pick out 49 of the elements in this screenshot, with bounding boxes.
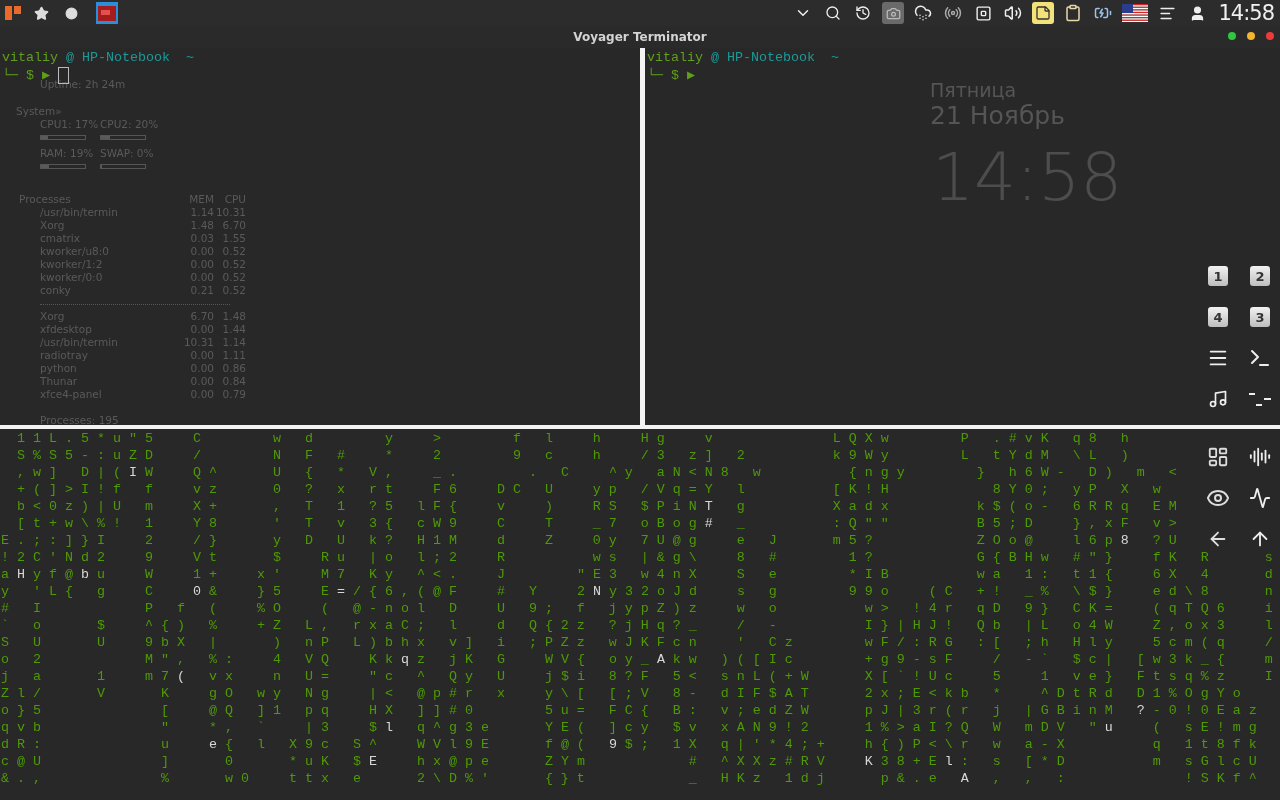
music-note-icon[interactable]: [1208, 389, 1228, 409]
meter-bar: [101, 165, 145, 168]
dashboard-icon[interactable]: [1207, 446, 1229, 468]
prompt-host: @ HP-Notebook ~: [711, 49, 839, 66]
matrix-line: [ t + w \ % ! 1 Y 8 ' T v 3 { c W 9 C T _ 7 o B o g # _ : Q " " B 5 ; D } , x F v >: [16, 515, 1177, 532]
matrix-line: ` o $ ^ { ) % + Z L , r x a C ; l d Q { 2 z ? j H q ? _ / - I } | H J ! Q b | L o 4 W Z , o x 3 l: [1, 617, 1273, 634]
maximize-button[interactable]: [1228, 32, 1236, 40]
equalizer-icon[interactable]: [1249, 446, 1271, 468]
matrix-line: 1 1 L . 5 * u " 5 C w d y > f l h H g v L Q X w P . # v K q 8 h: [16, 430, 1129, 447]
matrix-line: S % S 5 - : u Z D / N F # * 2 9 c h / 3 z ] 2 k 9 W y L t Y d M \ L ): [16, 447, 1129, 464]
minimize-button[interactable]: [1247, 32, 1255, 40]
matrix-line: ! 2 C ' N d 2 9 V t $ R u | o l ; 2 R w s | & g \ 8 # 1 ? G { B H w # " } f K R s: [1, 549, 1273, 566]
matrix-line: , w ] D | ( I W Q ^ U { * V , _ . . C ^ y a N < N 8 w { n g y } h 6 W - D ) m <: [16, 464, 1177, 481]
matrix-line: S U U 9 b X | ) n P L ) b h x v ] i ; P Z z w J K F c n ' C z w F / : R G : [ ; h H l y 5 c m ( q /: [1, 634, 1273, 651]
prompt-symbol: └─ $ ▶: [647, 67, 695, 84]
sticky-note-icon[interactable]: [1032, 2, 1055, 24]
matrix-line: o 2 M " , % : 4 V Q K k q z j K G W V { o y _ A k w ) ( [ I c + g 9 - s F / - ` $ c | [ w 3 k _ { m: [1, 651, 1273, 668]
prompt-symbol: └─ $ ▶: [2, 67, 50, 83]
meter-bar: [41, 136, 85, 139]
panel-clock: 14:58: [1217, 1, 1275, 25]
matrix-line: b < 0 z ) | U m X + , T 1 ? 5 l F { v ) R S $ P i N T g X a d x k $ ( o - 6 R R q E M: [16, 498, 1177, 515]
close-button[interactable]: [1266, 32, 1274, 40]
matrix-line: + ( ] > I ! f f v z 0 ? x r t F 6 D C U y p / V q = Y l [ K ! H 8 Y 0 ; y P X w: [16, 481, 1161, 498]
matrix-line: q v b " * , ` | 3 $ l q ^ g 3 e Y E ( ] c y $ v x A N 9 ! 2 1 % > a I ? Q W m D V " u ( s E ! m g: [1, 719, 1257, 736]
matrix-line: c @ U ] 0 * u K $ E h x @ p e Z Y m # ^ X X z # R V K 3 8 + E l : s [ * D m s G l c U: [1, 753, 1257, 770]
camera-button[interactable]: [882, 2, 905, 24]
matrix-line: Z l / V K g O w y N g | < @ p # r x y \ [ [ ; V 8 - d I F $ A T 2 x ; E < k b * ^ D t R d D 1 % O g Y o: [1, 685, 1241, 702]
meter-bar: [101, 136, 145, 139]
matrix-line: # I P f ( % O ( @ - n o l D U 9 ; f j y p Z ) z w o w > ! 4 r q D 9 } C K = ( q T Q 6 i: [1, 600, 1273, 617]
window-title: Voyager Terminator: [573, 30, 707, 44]
matrix-line: & . , % w 0 t t x e 2 \ D % ' { } t _ H K z 1 d j p & . e A , , : ! S K f ^: [1, 770, 1257, 787]
workspace-button[interactable]: 3: [1250, 307, 1270, 327]
app-menu-icon[interactable]: [4, 4, 22, 22]
dashes-icon[interactable]: [1248, 391, 1272, 407]
prompt-user: vitaliy: [2, 49, 58, 66]
matrix-line: y ' L { g C 0 & } 5 E = / { 6 , ( @ F # Y 2 N y 3 2 o J d s g 9 9 o ( C + ! _ % \ $ } e d \ 8 n: [1, 583, 1273, 600]
matrix-line: E . ; : ] } I 2 / } y D U k ? H 1 M d Z 0 y 7 U @ g e J m 5 ? Z O o @ l 6 p 8 ? U: [1, 532, 1177, 549]
pulse-icon[interactable]: [1249, 487, 1271, 509]
matrix-line: j a 1 m 7 ( v x n U = " c ^ Q y U j $ i 8 ? F 5 < s n L ( + W X [ ` ! U c 5 1 v e } F t s q % z I: [1, 668, 1273, 685]
matrix-line: o } 5 [ @ Q ] 1 p q H X ] ] # 0 5 u = F C { B : v ; e d Z W p J | 3 r ( r j | G B i n M ? - 0 ! 0 E a z: [1, 702, 1257, 719]
matrix-line: a H y f @ b u W 1 + x ' M 7 K y ^ < . J " E 3 w 4 n X S e * I B w a 1 : t 1 { 6 X 4 d: [1, 566, 1273, 583]
workspace-button[interactable]: 1: [1208, 266, 1228, 286]
prompt-host: @ HP-Notebook ~: [66, 49, 194, 66]
meter-bar: [41, 165, 85, 168]
flag-icon[interactable]: [1122, 4, 1149, 22]
matrix-line: d R : u e { l X 9 c S ^ W V l 9 E f @ ( 9 $ ; 1 X q | ' * 4 ; + h { ) P < \ r w a - X q 1 t 8 f k: [1, 736, 1257, 753]
workspace-button[interactable]: 4: [1208, 307, 1228, 327]
prompt-user: vitaliy: [647, 49, 703, 66]
workspace-button[interactable]: 2: [1250, 266, 1270, 286]
